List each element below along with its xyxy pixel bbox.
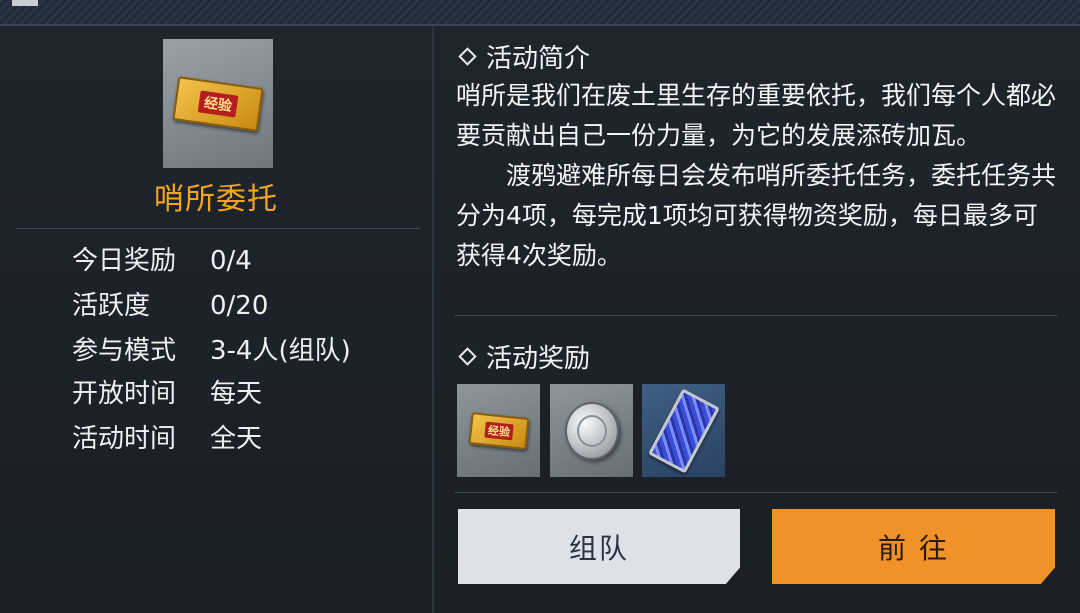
divider bbox=[454, 315, 1058, 316]
info-row-activity-points: 活跃度 0/20 bbox=[72, 285, 268, 322]
rewards-heading-text: 活动奖励 bbox=[486, 344, 591, 374]
exp-ticket-icon: 经验 bbox=[467, 411, 530, 450]
silver-coin-icon bbox=[564, 401, 619, 460]
activity-details: 活动简介 哨所是我们在废土里生存的重要依托，我们每个人都必要贡献出自己一份力量，… bbox=[434, 26, 1080, 613]
info-row-activity-time: 活动时间 全天 bbox=[72, 418, 262, 455]
divider bbox=[16, 228, 420, 229]
activity-title: 哨所委托 bbox=[154, 182, 278, 217]
top-bar bbox=[0, 0, 1080, 26]
info-label: 参与模式 bbox=[72, 336, 177, 366]
reward-item-exp[interactable]: 经验 bbox=[457, 384, 540, 477]
rewards-heading: 活动奖励 bbox=[458, 338, 590, 375]
info-value: 0/20 bbox=[210, 291, 269, 321]
diamond-bullet-icon bbox=[458, 47, 477, 66]
info-label: 活跃度 bbox=[72, 291, 151, 321]
reward-item-crystal[interactable] bbox=[642, 384, 725, 477]
crystal-module-icon bbox=[647, 387, 720, 474]
info-value: 0/4 bbox=[210, 246, 252, 276]
activity-detail-panel: 经验 哨所委托 今日奖励 0/4 活跃度 0/20 参与模式 3-4人(组队) 开放时… bbox=[0, 26, 1080, 613]
reward-item-coin[interactable] bbox=[550, 384, 633, 477]
info-label: 活动时间 bbox=[72, 424, 177, 454]
info-label: 今日奖励 bbox=[72, 246, 177, 276]
divider bbox=[454, 492, 1058, 493]
ticket-label: 经验 bbox=[483, 421, 514, 440]
intro-heading-text: 活动简介 bbox=[486, 44, 591, 74]
diamond-bullet-icon bbox=[458, 347, 477, 366]
intro-text: 哨所是我们在废土里生存的重要依托，我们每个人都必要贡献出自己一份力量，为它的发展… bbox=[456, 76, 1056, 276]
activity-thumbnail: 经验 bbox=[163, 39, 273, 168]
info-value: 每天 bbox=[210, 379, 263, 409]
intro-paragraph: 哨所是我们在废土里生存的重要依托，我们每个人都必要贡献出自己一份力量，为它的发展… bbox=[456, 81, 1057, 150]
exp-ticket-icon: 经验 bbox=[172, 75, 264, 132]
intro-heading: 活动简介 bbox=[458, 38, 590, 75]
info-value: 全天 bbox=[210, 424, 263, 454]
team-button[interactable]: 组队 bbox=[458, 509, 740, 584]
info-row-mode: 参与模式 3-4人(组队) bbox=[72, 330, 351, 367]
ticket-label: 经验 bbox=[197, 89, 239, 118]
go-button[interactable]: 前 往 bbox=[772, 509, 1055, 584]
info-value: 3-4人(组队) bbox=[210, 336, 351, 366]
top-tab-indicator bbox=[12, 0, 38, 6]
activity-summary: 经验 哨所委托 今日奖励 0/4 活跃度 0/20 参与模式 3-4人(组队) 开放时… bbox=[0, 26, 434, 613]
intro-paragraph: 渡鸦避难所每日会发布哨所委托任务，委托任务共分为4项，每完成1项均可获得物资奖励… bbox=[456, 161, 1057, 270]
info-row-daily-reward: 今日奖励 0/4 bbox=[72, 240, 252, 277]
info-row-open-time: 开放时间 每天 bbox=[72, 373, 262, 410]
info-label: 开放时间 bbox=[72, 379, 177, 409]
